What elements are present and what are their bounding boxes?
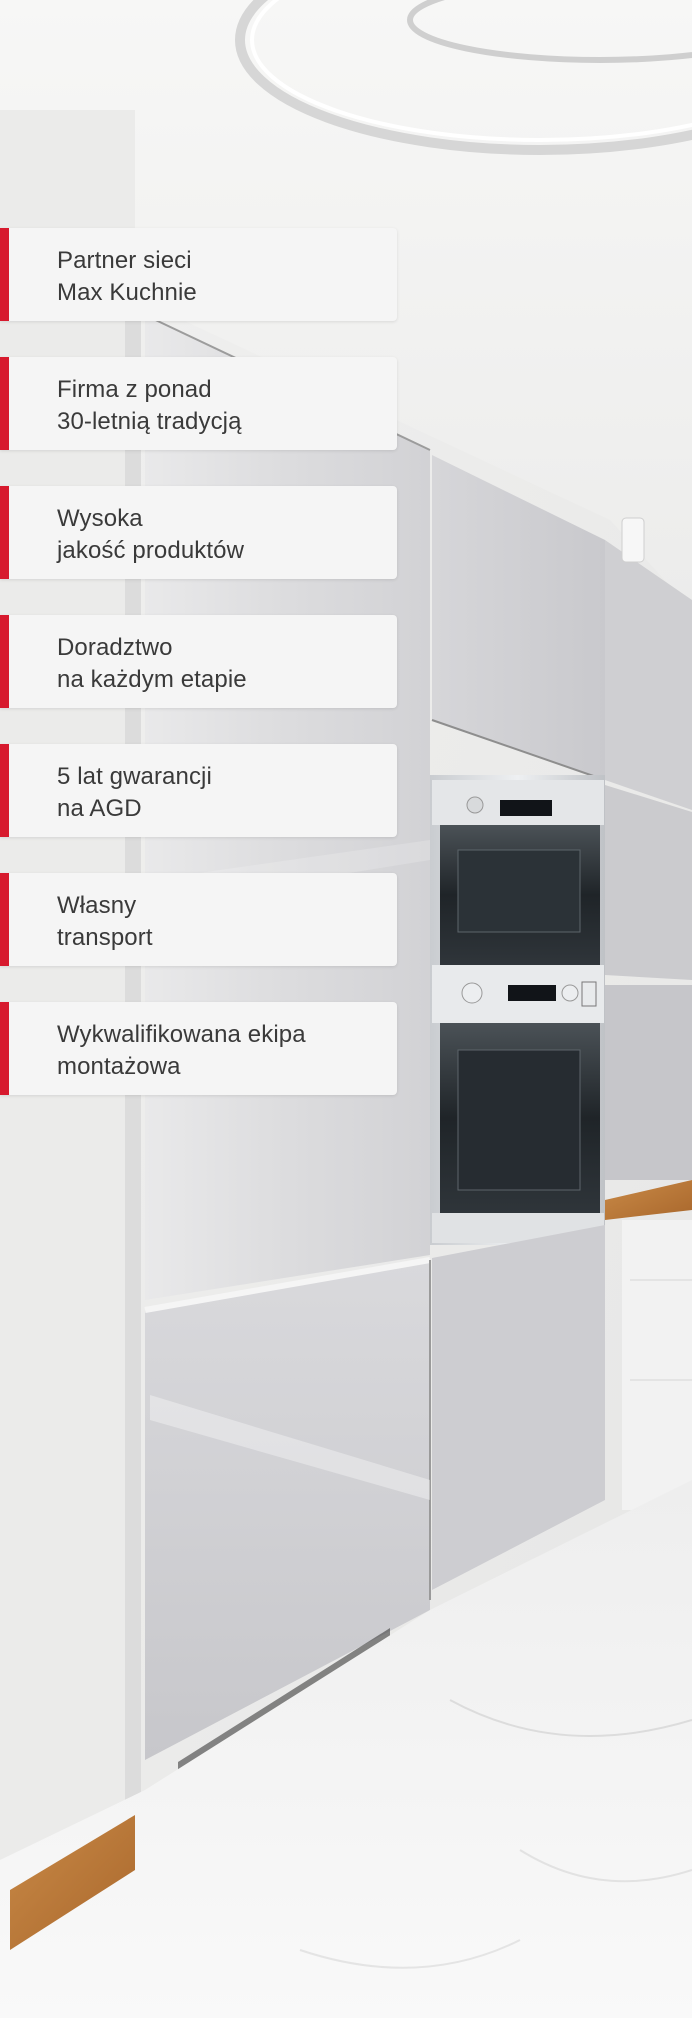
feature-line-1: Partner sieci	[57, 247, 192, 274]
feature-text: Wykwalifikowana ekipa montażowa	[57, 1019, 385, 1083]
feature-line-2: na AGD	[57, 795, 142, 822]
feature-line-2: na każdym etapie	[57, 666, 247, 693]
feature-line-1: 5 lat gwarancji	[57, 763, 212, 790]
feature-card-advice: Doradztwo na każdym etapie	[0, 615, 397, 708]
features-list: Partner sieci Max Kuchnie Firma z ponad …	[0, 228, 398, 1131]
feature-card-assembly: Wykwalifikowana ekipa montażowa	[0, 1002, 397, 1095]
accent-bar	[0, 615, 9, 708]
page: Partner sieci Max Kuchnie Firma z ponad …	[0, 0, 692, 2018]
feature-line-2: Max Kuchnie	[57, 279, 197, 306]
accent-bar	[0, 228, 9, 321]
feature-card-partner: Partner sieci Max Kuchnie	[0, 228, 397, 321]
accent-bar	[0, 873, 9, 966]
feature-card-transport: Własny transport	[0, 873, 397, 966]
feature-text: Wysoka jakość produktów	[57, 503, 385, 567]
feature-text: Doradztwo na każdym etapie	[57, 632, 385, 696]
feature-text: 5 lat gwarancji na AGD	[57, 761, 385, 825]
feature-line-1: Doradztwo	[57, 634, 173, 661]
feature-line-2: jakość produktów	[57, 537, 245, 564]
feature-card-quality: Wysoka jakość produktów	[0, 486, 397, 579]
feature-line-1: Wykwalifikowana ekipa	[57, 1021, 306, 1048]
feature-card-tradition: Firma z ponad 30-letnią tradycją	[0, 357, 397, 450]
feature-text: Partner sieci Max Kuchnie	[57, 245, 385, 309]
feature-line-2: transport	[57, 924, 153, 951]
feature-text: Firma z ponad 30-letnią tradycją	[57, 374, 385, 438]
accent-bar	[0, 744, 9, 837]
accent-bar	[0, 486, 9, 579]
feature-line-1: Własny	[57, 892, 137, 919]
feature-line-2: montażowa	[57, 1053, 181, 1080]
feature-card-warranty: 5 lat gwarancji na AGD	[0, 744, 397, 837]
feature-line-2: 30-letnią tradycją	[57, 408, 242, 435]
accent-bar	[0, 357, 9, 450]
feature-line-1: Firma z ponad	[57, 376, 212, 403]
feature-text: Własny transport	[57, 890, 385, 954]
accent-bar	[0, 1002, 9, 1095]
feature-line-1: Wysoka	[57, 505, 143, 532]
